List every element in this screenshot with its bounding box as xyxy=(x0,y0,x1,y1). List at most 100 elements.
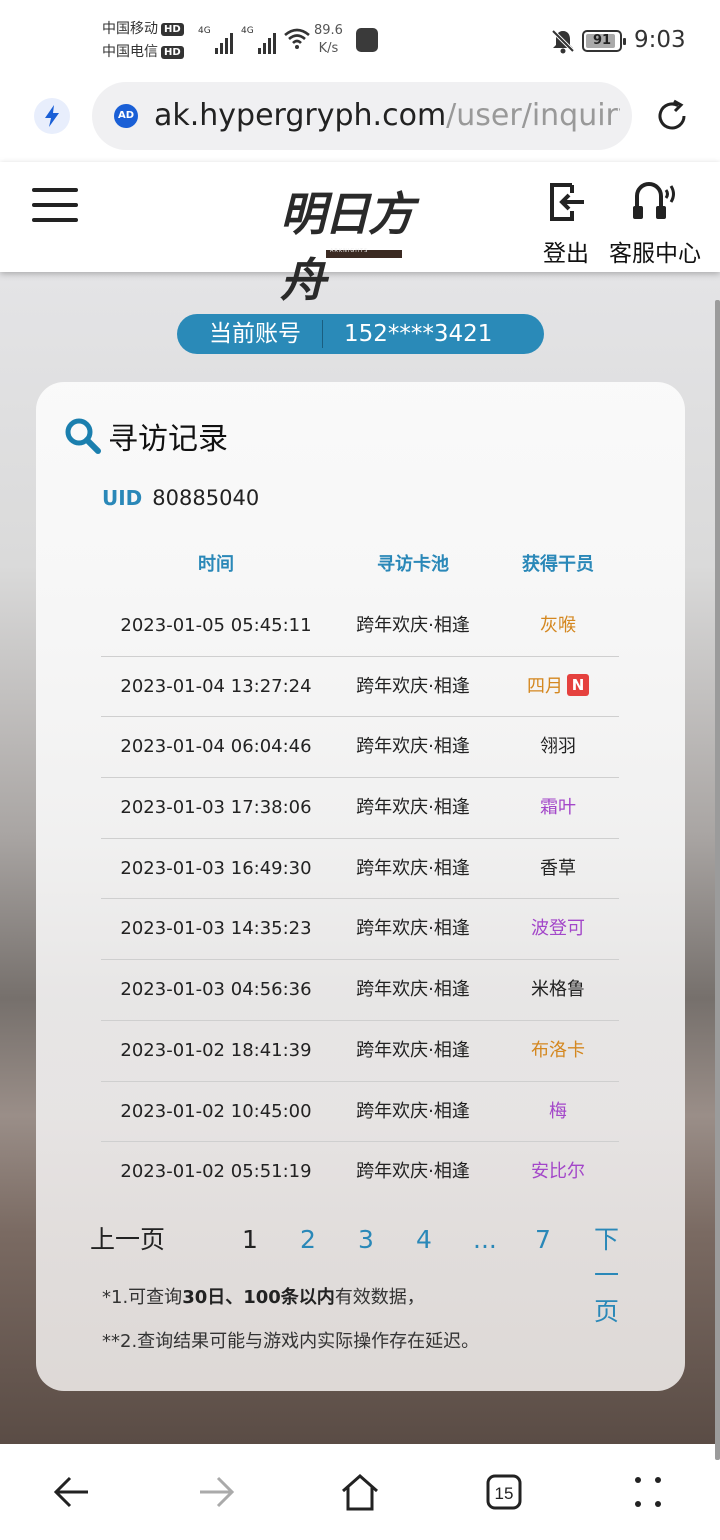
carrier-1: 中国移动 xyxy=(102,21,158,37)
row-time: 2023-01-04 06:04:46 xyxy=(120,736,312,758)
network-speed: 89.6 K/s xyxy=(314,23,343,56)
table-row: 2023-01-05 05:45:11 跨年欢庆·相逢 灰喉 xyxy=(101,596,619,657)
logout-button[interactable]: 登出 xyxy=(543,180,589,268)
row-operator: 霜叶 xyxy=(540,797,576,819)
table-row: 2023-01-04 13:27:24 跨年欢庆·相逢 四月 N xyxy=(101,657,619,718)
row-operator-cell: 梅 xyxy=(501,1082,615,1142)
row-operator: 布洛卡 xyxy=(531,1039,585,1061)
site-header: 明日方舟 ARKNIGHTS 登出 客服中心 xyxy=(0,162,720,307)
row-operator-cell: 波登可 xyxy=(501,899,615,959)
note-1: *1.可查询30日、100条以内有效数据， xyxy=(102,1287,425,1308)
pagination: 上一页 1 2 3 4 ... 7 下一页 xyxy=(90,1222,636,1326)
row-pool: 跨年欢庆·相逢 xyxy=(356,675,470,697)
page-2[interactable]: 2 xyxy=(300,1222,316,1258)
row-time: 2023-01-02 18:41:39 xyxy=(120,1039,312,1061)
col-operator: 获得干员 xyxy=(522,554,594,575)
carrier-2: 中国电信 xyxy=(102,44,158,60)
notes: *1.可查询30日、100条以内有效数据， **2.查询结果可能与游戏内实际操作… xyxy=(102,1276,479,1364)
row-operator-cell: 米格鲁 xyxy=(501,960,615,1020)
row-pool: 跨年欢庆·相逢 xyxy=(356,736,470,758)
row-operator: 波登可 xyxy=(531,918,585,940)
search-icon xyxy=(65,418,101,454)
new-badge: N xyxy=(567,673,589,696)
page-7[interactable]: 7 xyxy=(535,1222,551,1258)
table-row: 2023-01-04 06:04:46 跨年欢庆·相逢 翎羽 xyxy=(101,717,619,779)
uid-value: 80885040 xyxy=(152,486,260,510)
browser-toolbar: AD ak.hypergryph.com/user/inquiryG xyxy=(0,82,720,162)
logout-icon xyxy=(550,183,584,221)
row-operator-cell: 霜叶 xyxy=(501,778,615,838)
scrollbar[interactable] xyxy=(715,300,720,1460)
row-operator-cell: 灰喉 xyxy=(501,596,615,656)
row-operator: 米格鲁 xyxy=(531,979,585,1001)
forward-icon[interactable] xyxy=(196,1472,236,1516)
next-page-button[interactable]: 下一页 xyxy=(594,1222,636,1330)
support-button[interactable]: 客服中心 xyxy=(609,180,701,268)
row-operator: 梅 xyxy=(549,1100,567,1122)
carrier-info: 中国移动 HD 中国电信 HD xyxy=(102,18,184,64)
row-time: 2023-01-05 05:45:11 xyxy=(120,615,312,636)
table-row: 2023-01-03 16:49:30 跨年欢庆·相逢 香草 xyxy=(101,839,619,900)
row-time: 2023-01-03 14:35:23 xyxy=(120,918,312,940)
account-label: 当前账号 xyxy=(209,321,301,347)
row-time: 2023-01-02 10:45:00 xyxy=(120,1100,312,1122)
col-time: 时间 xyxy=(198,554,234,575)
back-icon[interactable] xyxy=(52,1472,92,1516)
wifi-icon xyxy=(283,26,311,54)
table-row: 2023-01-03 14:35:23 跨年欢庆·相逢 波登可 xyxy=(101,899,619,961)
row-time: 2023-01-03 17:38:06 xyxy=(120,797,312,819)
table-row: 2023-01-03 17:38:06 跨年欢庆·相逢 霜叶 xyxy=(101,778,619,839)
row-pool: 跨年欢庆·相逢 xyxy=(356,615,470,636)
hd-badge-1: HD xyxy=(161,22,184,36)
mute-bell-icon xyxy=(550,28,576,58)
row-operator: 安比尔 xyxy=(531,1161,585,1183)
tabs-icon[interactable]: 15 xyxy=(486,1472,522,1516)
ad-icon: AD xyxy=(114,104,138,128)
page-ellipsis: ... xyxy=(473,1225,497,1254)
reload-icon[interactable] xyxy=(654,98,690,138)
row-pool: 跨年欢庆·相逢 xyxy=(356,979,470,1001)
row-operator-cell: 安比尔 xyxy=(501,1142,615,1202)
page-4[interactable]: 4 xyxy=(416,1222,432,1258)
table-row: 2023-01-02 18:41:39 跨年欢庆·相逢 布洛卡 xyxy=(101,1021,619,1082)
site-logo[interactable]: 明日方舟 ARKNIGHTS xyxy=(274,176,448,307)
row-pool: 跨年欢庆·相逢 xyxy=(356,797,470,819)
page-3[interactable]: 3 xyxy=(358,1222,374,1258)
hd-badge-2: HD xyxy=(161,45,184,59)
account-pill: 当前账号 152****3421 xyxy=(177,314,544,354)
row-time: 2023-01-03 16:49:30 xyxy=(120,857,312,879)
signal-icon-2: 4G xyxy=(241,26,276,54)
table-row: 2023-01-03 04:56:36 跨年欢庆·相逢 米格鲁 xyxy=(101,960,619,1021)
battery-indicator: 91 xyxy=(582,30,626,52)
row-time: 2023-01-04 13:27:24 xyxy=(120,675,312,697)
row-pool: 跨年欢庆·相逢 xyxy=(356,1161,470,1183)
home-icon[interactable] xyxy=(340,1472,380,1516)
row-operator-cell: 翎羽 xyxy=(501,717,615,777)
signal-icon-1: 4G xyxy=(198,26,233,54)
row-pool: 跨年欢庆·相逢 xyxy=(356,1039,470,1061)
table-row: 2023-01-02 10:45:00 跨年欢庆·相逢 梅 xyxy=(101,1082,619,1143)
row-pool: 跨年欢庆·相逢 xyxy=(356,918,470,940)
menu-icon[interactable] xyxy=(32,188,78,222)
logout-label: 登出 xyxy=(543,241,589,267)
row-operator: 灰喉 xyxy=(540,615,576,636)
support-icon xyxy=(633,182,675,219)
clock: 9:03 xyxy=(634,27,686,53)
uid-label: UID xyxy=(102,486,143,510)
row-operator-cell: 四月 N xyxy=(501,657,615,717)
more-icon[interactable] xyxy=(632,1472,664,1516)
row-time: 2023-01-03 04:56:36 xyxy=(120,979,312,1001)
inquiry-card: 寻访记录 UID 80885040 时间 寻访卡池 获得干员 2023-01-05… xyxy=(36,382,685,1391)
bolt-icon[interactable] xyxy=(34,98,70,134)
huawei-app-icon xyxy=(356,28,378,52)
status-bar: 中国移动 HD 中国电信 HD 4G 4G 89.6 K/s 91 9:03 xyxy=(0,0,720,82)
row-time: 2023-01-02 05:51:19 xyxy=(120,1161,312,1183)
address-bar[interactable]: AD ak.hypergryph.com/user/inquiryG xyxy=(92,82,632,150)
card-title: 寻访记录 xyxy=(64,414,228,458)
table-row: 2023-01-02 05:51:19 跨年欢庆·相逢 安比尔 xyxy=(101,1142,619,1203)
url-text[interactable]: ak.hypergryph.com/user/inquiryG xyxy=(154,98,620,134)
page-1[interactable]: 1 xyxy=(242,1222,258,1258)
row-operator-cell: 布洛卡 xyxy=(501,1021,615,1081)
prev-page-button[interactable]: 上一页 xyxy=(90,1222,165,1258)
note-2: **2.查询结果可能与游戏内实际操作存在延迟。 xyxy=(102,1331,480,1352)
